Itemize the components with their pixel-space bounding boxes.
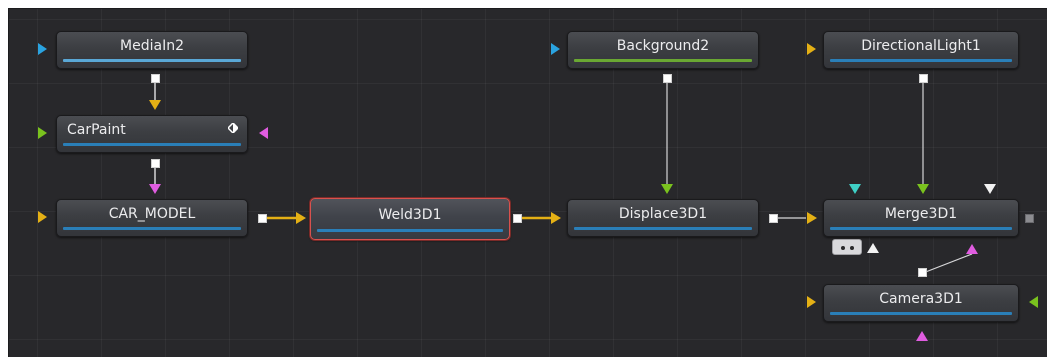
node-status-bar (574, 59, 752, 62)
output-port-merge3d1[interactable] (1025, 214, 1034, 223)
input-triangle-camera3d1[interactable] (807, 296, 816, 308)
node-status-bar (63, 59, 241, 62)
input-triangle-merge-green[interactable] (917, 184, 929, 194)
node-camera3d1[interactable]: Camera3D1 (823, 284, 1019, 322)
node-background2[interactable]: Background2 (567, 31, 759, 69)
output-port-carmodel[interactable] (258, 214, 267, 223)
node-status-bar (317, 229, 503, 232)
input-triangle-camera3d1-right[interactable] (1029, 296, 1038, 308)
wire-arrow-weld (296, 212, 306, 224)
node-weld3d1[interactable]: Weld3D1 (310, 198, 510, 240)
input-triangle-carpaint-top[interactable] (149, 100, 161, 110)
merge-camera-input-triangle[interactable] (966, 244, 978, 254)
node-label: Merge3D1 (884, 206, 958, 222)
input-triangle-directionallight1[interactable] (807, 43, 816, 55)
node-label: DirectionalLight1 (861, 38, 981, 54)
input-triangle-carmodel[interactable] (38, 211, 47, 223)
node-label: Background2 (616, 38, 710, 54)
diamond-icon[interactable] (228, 123, 238, 133)
node-label: CarPaint (67, 122, 126, 138)
node-label: CAR_MODEL (108, 206, 196, 222)
camera-effect-mask-triangle[interactable] (916, 331, 928, 341)
output-port-displace3d1[interactable] (769, 214, 778, 223)
input-triangle-carpaint[interactable] (38, 127, 47, 139)
input-triangle-merge-white[interactable] (984, 184, 996, 194)
node-flow-editor[interactable]: MediaIn2 CarPaint CAR_MODEL Weld3D1 Back… (0, 0, 1047, 357)
node-directionallight1[interactable]: DirectionalLight1 (823, 31, 1019, 69)
node-label: Weld3D1 (378, 207, 442, 223)
badge-dot (850, 246, 854, 250)
output-port-mediain2[interactable] (151, 74, 160, 83)
node-label: Camera3D1 (879, 291, 963, 307)
merge-add-input-triangle[interactable] (867, 243, 879, 253)
node-status-bar (830, 59, 1012, 62)
input-triangle-mediain2[interactable] (38, 43, 47, 55)
input-triangle-merge-cyan[interactable] (849, 184, 861, 194)
output-port-background2[interactable] (663, 74, 672, 83)
input-triangle-carmodel-top[interactable] (149, 184, 161, 194)
output-port-camera3d1[interactable] (918, 268, 927, 277)
node-label: Displace3D1 (618, 206, 708, 222)
output-port-directionallight1[interactable] (919, 74, 928, 83)
output-port-carpaint[interactable] (151, 159, 160, 168)
wire-arrow-displace (551, 212, 561, 224)
wire-arrow-merge (807, 212, 817, 224)
effect-mask-triangle-carpaint[interactable] (259, 127, 268, 139)
badge-dot (841, 246, 845, 250)
output-port-weld3d1[interactable] (513, 214, 522, 223)
node-merge3d1[interactable]: Merge3D1 (823, 199, 1019, 237)
input-triangle-displace-top[interactable] (661, 184, 673, 194)
node-status-bar (63, 143, 241, 146)
wire-camera-merge[interactable] (922, 253, 973, 274)
node-mediain2[interactable]: MediaIn2 (56, 31, 248, 69)
merge-inputs-badge[interactable] (832, 239, 862, 255)
node-carpaint[interactable]: CarPaint (56, 115, 248, 153)
node-car-model[interactable]: CAR_MODEL (56, 199, 248, 237)
node-status-bar (830, 227, 1012, 230)
node-status-bar (574, 227, 752, 230)
node-label: MediaIn2 (120, 38, 184, 54)
node-status-bar (63, 227, 241, 230)
node-status-bar (830, 312, 1012, 315)
node-displace3d1[interactable]: Displace3D1 (567, 199, 759, 237)
input-triangle-background2[interactable] (551, 43, 560, 55)
